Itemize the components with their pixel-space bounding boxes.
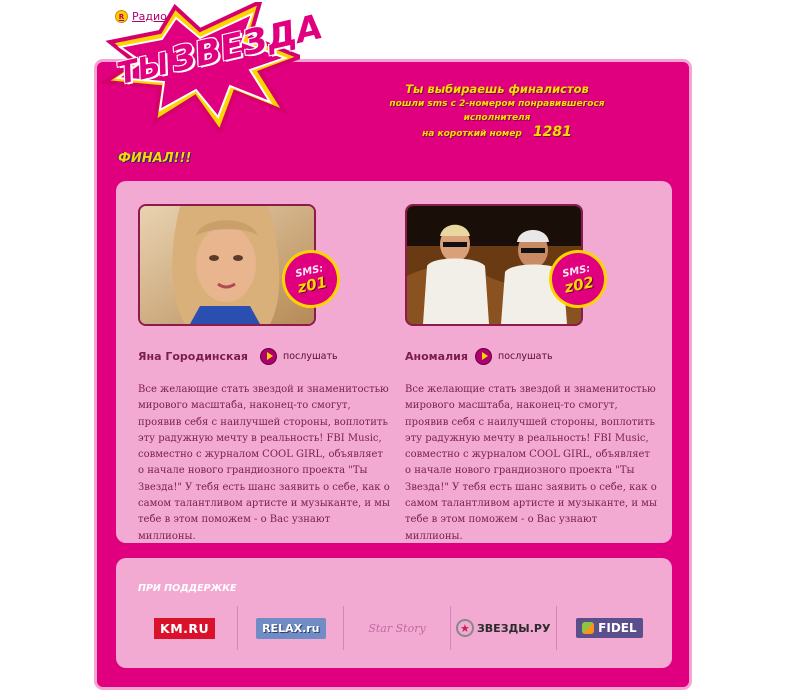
finalist-card: SMS: z02 Аномалия послушать Все желающие… — [405, 204, 657, 545]
sponsor-cell[interactable]: Star Story — [344, 606, 451, 650]
promo-short-number: 1281 — [532, 124, 572, 140]
final-heading: ФИНАЛ!!! — [118, 151, 192, 166]
finalist-description: Все желающие стать звездой и знаменитост… — [405, 384, 657, 542]
sponsor-cell[interactable]: ★ ЗВЕЗДЫ.РУ — [451, 606, 557, 650]
fidel-label: FIDEL — [598, 621, 637, 635]
sponsor-cell[interactable]: FIDEL — [557, 606, 662, 650]
play-icon[interactable] — [475, 347, 492, 365]
fidel-mark-icon — [582, 622, 595, 634]
finalist-description: Все желающие стать звездой и знаменитост… — [138, 384, 390, 542]
ty-zvezda-logo[interactable]: ТЫЗВЕЗДА — [100, 2, 326, 132]
sponsor-cell[interactable]: RELAX.ru — [238, 606, 345, 650]
listen-label[interactable]: послушать — [283, 351, 338, 362]
fidel-logo[interactable]: FIDEL — [576, 618, 643, 638]
play-icon[interactable] — [260, 347, 277, 365]
star-story-logo[interactable]: Star Story — [368, 622, 425, 635]
listen-label[interactable]: послушать — [498, 351, 553, 362]
star-icon: ★ — [455, 619, 474, 637]
promo-instructions: пошли sms с 2-номером понравившегося исп… — [389, 99, 605, 123]
finalist-name-row: Аномалия послушать — [405, 346, 655, 366]
km-ru-logo[interactable]: KM.RU — [154, 617, 216, 639]
finalist-card: SMS: z01 Яна Городинская послушать Все ж… — [138, 204, 390, 545]
sponsor-cell[interactable]: KM.RU — [132, 606, 239, 650]
finalist-photo-frame: SMS: z01 — [138, 204, 346, 326]
promo-short-number-row: на короткий номер 1281 — [356, 125, 638, 141]
artist-name: Аномалия — [405, 349, 468, 363]
finalists-panel: SMS: z01 Яна Городинская послушать Все ж… — [116, 181, 672, 543]
sponsors-panel: ПРИ ПОДДЕРЖКЕ KM.RU RELAX.ru Star Story … — [116, 558, 672, 668]
zvezdy-ru-label: ЗВЕЗДЫ.РУ — [476, 621, 551, 635]
finalist-photo-frame: SMS: z02 — [405, 204, 613, 326]
sponsors-title: ПРИ ПОДДЕРЖКЕ — [138, 583, 237, 594]
sponsor-logos: KM.RU RELAX.ru Star Story ★ ЗВЕЗДЫ.РУ FI… — [132, 606, 662, 650]
relax-ru-logo[interactable]: RELAX.ru — [256, 617, 326, 639]
listen-button[interactable]: послушать — [260, 347, 338, 365]
artist-name: Яна Городинская — [138, 349, 248, 363]
promo-headline: Ты выбираешь финалистов — [405, 82, 589, 96]
promo-short-number-label: на короткий номер — [422, 129, 522, 139]
sms-voting-promo: Ты выбираешь финалистов пошли sms с 2-но… — [356, 82, 638, 141]
listen-button[interactable]: послушать — [475, 347, 553, 365]
zvezdy-ru-logo[interactable]: ★ ЗВЕЗДЫ.РУ — [455, 619, 551, 637]
finalist-name-row: Яна Городинская послушать — [138, 346, 388, 366]
